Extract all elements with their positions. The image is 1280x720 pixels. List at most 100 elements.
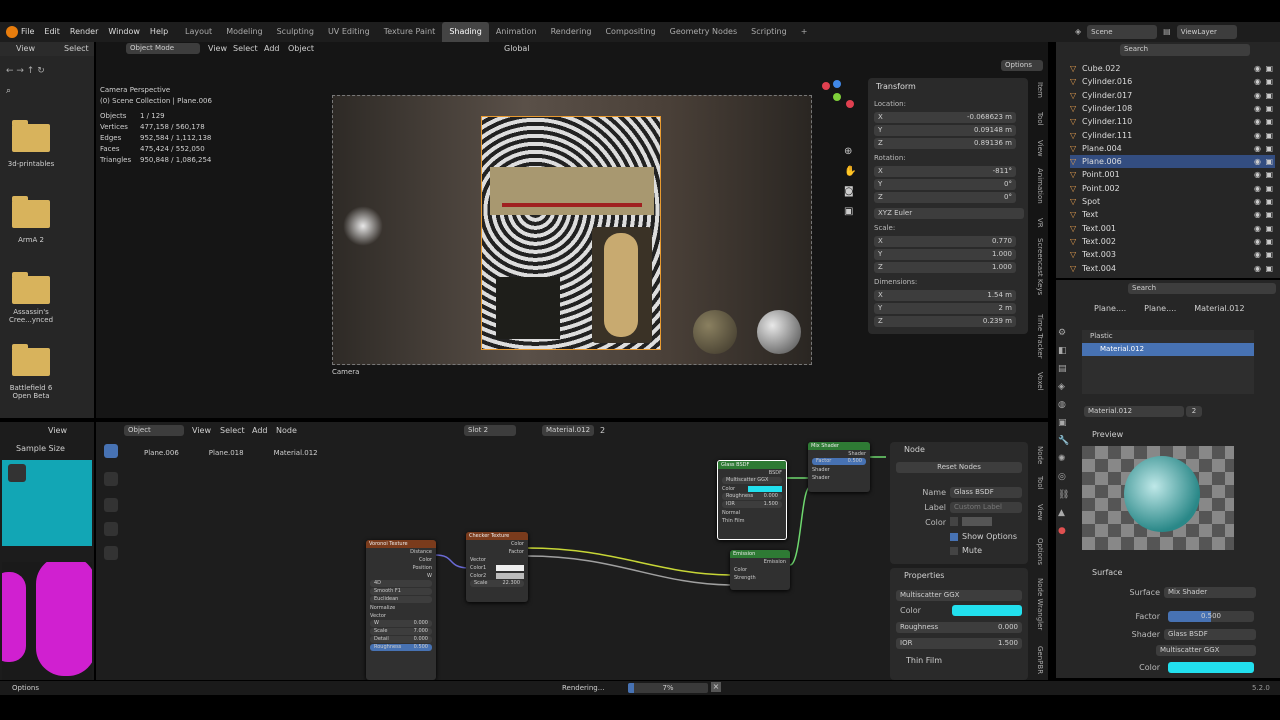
tab-ne-view[interactable]: View [1036,504,1044,521]
render-camera-icon[interactable]: ▣ [1265,142,1273,155]
tab-view[interactable]: View [1036,140,1044,157]
visibility-eye-icon[interactable]: ◉ [1254,89,1261,102]
status-options[interactable]: Options [12,684,39,692]
camera-view-icon[interactable]: ◙ [844,182,856,202]
options-button[interactable]: Options [1001,60,1043,71]
visibility-eye-icon[interactable]: ◉ [1254,168,1261,181]
vp-add-menu[interactable]: Add [264,44,280,53]
thin-film-toggle[interactable]: Thin Film [718,517,786,525]
mix-shader-node[interactable]: Mix Shader Shader Factor 0.500 Shader Sha… [808,442,870,492]
reset-nodes-button[interactable]: Reset Nodes [896,462,1022,473]
selected-plane-object[interactable] [481,116,661,350]
color1-swatch[interactable] [496,565,524,571]
tab-options[interactable]: Options [1036,538,1044,565]
outliner-item[interactable]: ▽ Cylinder.016 ◉ ▣ [1070,75,1275,88]
zoom-icon[interactable]: ⊕ [844,142,856,162]
render-camera-icon[interactable]: ▣ [1265,155,1273,168]
visibility-eye-icon[interactable]: ◉ [1254,102,1261,115]
outliner-item[interactable]: ▽ Text.002 ◉ ▣ [1070,235,1275,248]
visibility-eye-icon[interactable]: ◉ [1254,222,1261,235]
add-workspace-button[interactable]: + [794,22,815,42]
vp-select-menu[interactable]: Select [233,44,258,53]
outliner-item[interactable]: ▽ Cylinder.110 ◉ ▣ [1070,115,1275,128]
scale-field[interactable]: Scale 7.000 [370,628,432,635]
ie-view-menu[interactable]: View [48,426,67,435]
folder-icon[interactable] [12,344,50,376]
render-camera-icon[interactable]: ▣ [1265,235,1273,248]
rotation-z-field[interactable]: Z 0° [874,192,1016,203]
tab-sculpting[interactable]: Sculpting [270,22,321,42]
glass-distribution-select[interactable]: Multiscatter GGX [722,477,782,484]
data-props-icon[interactable]: ▲ [1058,504,1070,522]
vp-object-menu[interactable]: Object [288,44,314,53]
np-distribution-select[interactable]: Multiscatter GGX [896,590,1022,601]
render-camera-icon[interactable]: ▣ [1265,115,1273,128]
render-camera-icon[interactable]: ▣ [1265,182,1273,195]
tab-item[interactable]: Item [1036,82,1044,98]
node-label-field[interactable]: Custom Label [950,502,1022,513]
feature-select[interactable]: Smooth F1 [370,588,432,595]
fb-select-menu[interactable]: Select [64,44,89,53]
visibility-eye-icon[interactable]: ◉ [1254,75,1261,88]
color-swatch[interactable] [1168,662,1254,673]
physics-props-icon[interactable]: ◎ [1058,468,1070,486]
metric-select[interactable]: Euclidean [370,596,432,603]
fb-view-menu[interactable]: View [16,44,35,53]
menu-help[interactable]: Help [145,22,173,42]
location-y-field[interactable]: Y 0.09148 m [874,125,1016,136]
factor-slider[interactable]: 0.500 [1168,611,1254,622]
render-camera-icon[interactable]: ▣ [1265,129,1273,142]
menu-edit[interactable]: Edit [39,22,65,42]
visibility-eye-icon[interactable]: ◉ [1254,182,1261,195]
constraints-props-icon[interactable]: ⛓ [1058,486,1070,504]
vp-view-menu[interactable]: View [208,44,227,53]
render-camera-icon[interactable]: ▣ [1265,222,1273,235]
mix-factor-field[interactable]: Factor 0.500 [812,458,866,465]
np-thin-film-toggle[interactable]: Thin Film [906,656,942,665]
glass-color-swatch[interactable] [748,486,782,492]
render-camera-icon[interactable]: ▣ [1265,75,1273,88]
color2-swatch[interactable] [496,573,524,579]
tab-modeling[interactable]: Modeling [219,22,269,42]
dimension-z-field[interactable]: Z 0.239 m [874,316,1016,327]
tab-geometry-nodes[interactable]: Geometry Nodes [663,22,744,42]
tab-layout[interactable]: Layout [178,22,219,42]
outliner-item[interactable]: ▽ Cylinder.111 ◉ ▣ [1070,129,1275,142]
material-selector[interactable]: Material.012 [1084,406,1184,417]
tab-animation[interactable]: Animation [1036,168,1044,204]
visibility-eye-icon[interactable]: ◉ [1254,142,1261,155]
navigation-gizmo[interactable] [820,80,854,114]
visibility-eye-icon[interactable]: ◉ [1254,129,1261,142]
tab-tool[interactable]: Tool [1036,112,1044,126]
tab-compositing[interactable]: Compositing [598,22,662,42]
outliner-item[interactable]: ▽ Text ◉ ▣ [1070,208,1275,221]
shader-field[interactable]: Glass BSDF [1164,629,1256,640]
scene-props-icon[interactable]: ◈ [1058,378,1070,396]
emission-node[interactable]: Emission Emission Color Strength [730,550,790,590]
scene-selector[interactable]: Scene [1087,25,1158,39]
outliner-item[interactable]: ▽ Point.002 ◉ ▣ [1070,182,1275,195]
visibility-eye-icon[interactable]: ◉ [1254,248,1261,261]
node-name-field[interactable]: Glass BSDF [950,487,1022,498]
rotation-mode-select[interactable]: XYZ Euler [874,208,1024,219]
properties-search[interactable]: Search [1128,283,1276,294]
tab-shading[interactable]: Shading [442,22,489,42]
checker-scale-field[interactable]: Scale 22.300 [470,580,524,587]
dimension-y-field[interactable]: Y2 m [874,303,1016,314]
modifier-props-icon[interactable]: 🔧 [1058,432,1070,450]
tab-voxel[interactable]: Voxel [1036,372,1044,391]
node-editor[interactable]: Object View Select Add Node Slot 2 Mater… [96,422,1048,680]
preview-header[interactable]: Preview [1092,430,1123,439]
folder-icon[interactable] [12,272,50,304]
tab-animation[interactable]: Animation [489,22,544,42]
folder-icon[interactable] [12,120,50,152]
distribution-select[interactable]: Multiscatter GGX [1156,645,1256,656]
node-color-swatch[interactable] [962,517,992,526]
outliner-item[interactable]: ▽ Point.001 ◉ ▣ [1070,168,1275,181]
surface-shader-field[interactable]: Mix Shader [1164,587,1256,598]
render-camera-icon[interactable]: ▣ [1265,168,1273,181]
checker-node[interactable]: Checker Texture Color Factor Vector Colo… [466,532,528,602]
scale-z-field[interactable]: Z 1.000 [874,262,1016,273]
tab-node-wrangler[interactable]: Node Wrangler [1036,578,1044,630]
tab-rendering[interactable]: Rendering [544,22,599,42]
